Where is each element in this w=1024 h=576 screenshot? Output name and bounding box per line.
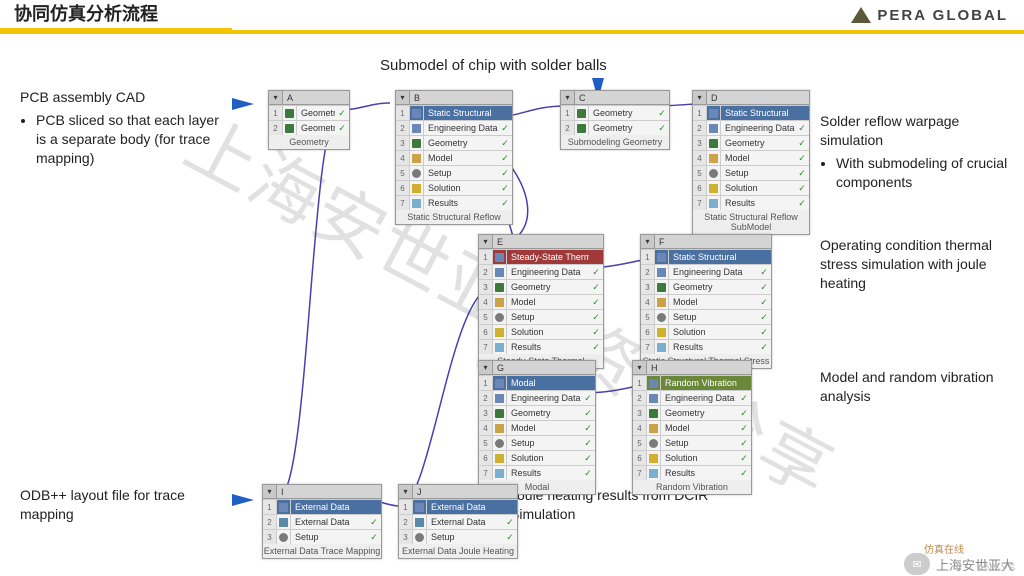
annot-vibration: Model and random vibration analysis bbox=[820, 368, 1020, 406]
block-steady-state-thermal-E[interactable]: ▾E1Steady-State Thermal2Engineering Data… bbox=[478, 234, 604, 369]
annot-reflow-title: Solder reflow warpage simulation bbox=[820, 112, 1010, 150]
annot-pcb-title: PCB assembly CAD bbox=[20, 88, 230, 107]
wechat-icon: ✉ bbox=[904, 553, 930, 575]
footer-cn: 仿真在线 bbox=[924, 541, 964, 556]
annot-pcb: PCB assembly CAD PCB sliced so that each… bbox=[20, 88, 230, 168]
arrow-odb-icon bbox=[232, 494, 254, 506]
brand-logo: PERA GLOBAL bbox=[851, 7, 1008, 24]
block-static-structural-D[interactable]: ▾D1Static Structural2Engineering Data✓3G… bbox=[692, 90, 810, 235]
block-static-structural-F[interactable]: ▾F1Static Structural2Engineering Data✓3G… bbox=[640, 234, 772, 369]
footer: ✉ 上海安世亚大 bbox=[0, 552, 1024, 576]
block-external-data-J[interactable]: ▾J1External Data2External Data✓3Setup✓Ex… bbox=[398, 484, 518, 559]
footer-brand: ANSYS bbox=[977, 563, 1016, 574]
block-external-data-I[interactable]: ▾I1External Data2External Data✓3Setup✓Ex… bbox=[262, 484, 382, 559]
title-bar: 协同仿真分析流程 PERA GLOBAL bbox=[0, 0, 1024, 34]
annot-thermal: Operating condition thermal stress simul… bbox=[820, 236, 1020, 293]
annot-reflow-bullet: With submodeling of crucial components bbox=[836, 154, 1010, 192]
block-random-vibration-H[interactable]: ▾H1Random Vibration2Engineering Data✓3Ge… bbox=[632, 360, 752, 495]
block-geometry-A[interactable]: ▾A1Geometry✓2Geometry✓Geometry bbox=[268, 90, 350, 150]
block-static-structural-B[interactable]: ▾B1Static Structural2Engineering Data✓3G… bbox=[395, 90, 513, 225]
annot-pcb-bullet: PCB sliced so that each layer is a separ… bbox=[36, 111, 230, 168]
block-modal-G[interactable]: ▾G1Modal2Engineering Data✓3Geometry✓4Mod… bbox=[478, 360, 596, 495]
annot-reflow: Solder reflow warpage simulation With su… bbox=[820, 112, 1010, 192]
arrow-pcb-icon bbox=[232, 98, 254, 110]
logo-triangle-icon bbox=[851, 7, 871, 23]
annot-submodel: Submodel of chip with solder balls bbox=[380, 56, 607, 76]
slide-title: 协同仿真分析流程 bbox=[0, 0, 172, 32]
annot-odb: ODB++ layout file for trace mapping bbox=[20, 486, 200, 524]
diagram-canvas: 上海安世亚太资料分享 Submodel of chip with solder … bbox=[0, 38, 1024, 548]
brand-text: PERA GLOBAL bbox=[877, 7, 1008, 24]
block-geometry-C[interactable]: ▾C1Geometry✓2Geometry✓Submodeling Geomet… bbox=[560, 90, 670, 150]
